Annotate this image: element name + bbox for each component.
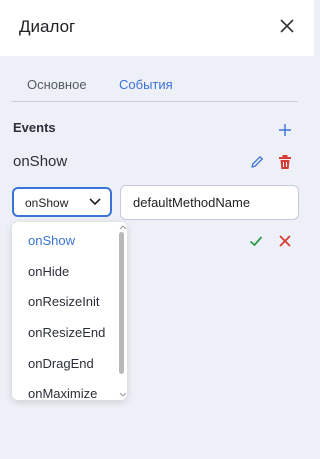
scrollbar-thumb[interactable] xyxy=(119,232,124,374)
event-name: onShow xyxy=(13,153,68,170)
dropdown-option[interactable]: onMaximize xyxy=(28,386,97,400)
scroll-down-icon[interactable] xyxy=(119,392,127,397)
event-select-value: onShow xyxy=(25,196,69,210)
cancel-button[interactable] xyxy=(278,234,292,248)
method-name-value: defaultMethodName xyxy=(133,195,251,210)
dialog-title: Диалог xyxy=(19,17,76,36)
dropdown-option[interactable]: onDragEnd xyxy=(28,356,94,371)
dropdown-option[interactable]: onShow xyxy=(28,233,75,248)
check-icon xyxy=(249,236,263,247)
x-icon xyxy=(279,235,291,247)
pencil-icon xyxy=(251,156,263,168)
dropdown-option[interactable]: onResizeInit xyxy=(28,294,100,309)
chevron-down-icon xyxy=(89,198,101,206)
tab-main[interactable]: Основное xyxy=(27,77,87,92)
tabs-bar: Основное События xyxy=(12,76,298,102)
confirm-button[interactable] xyxy=(249,234,263,248)
delete-event-button[interactable] xyxy=(278,154,292,170)
event-dropdown-menu: onShow onHide onResizeInit onResizeEnd o… xyxy=(12,222,127,400)
close-button[interactable] xyxy=(276,15,298,37)
events-section-label: Events xyxy=(13,120,56,135)
trash-icon xyxy=(279,155,291,169)
scroll-up-icon[interactable] xyxy=(119,225,127,230)
method-name-input[interactable]: defaultMethodName xyxy=(120,185,299,220)
dialog-panel: Диалог Основное События Events onShow on… xyxy=(0,0,314,459)
tab-events[interactable]: События xyxy=(119,77,173,92)
add-event-button[interactable] xyxy=(276,121,294,139)
plus-icon xyxy=(279,124,291,136)
close-icon xyxy=(280,19,294,33)
dropdown-option[interactable]: onHide xyxy=(28,264,69,279)
dropdown-option[interactable]: onResizeEnd xyxy=(28,325,105,340)
event-select[interactable]: onShow xyxy=(12,187,112,217)
edit-event-button[interactable] xyxy=(249,154,265,170)
dialog-header: Диалог xyxy=(0,0,314,56)
